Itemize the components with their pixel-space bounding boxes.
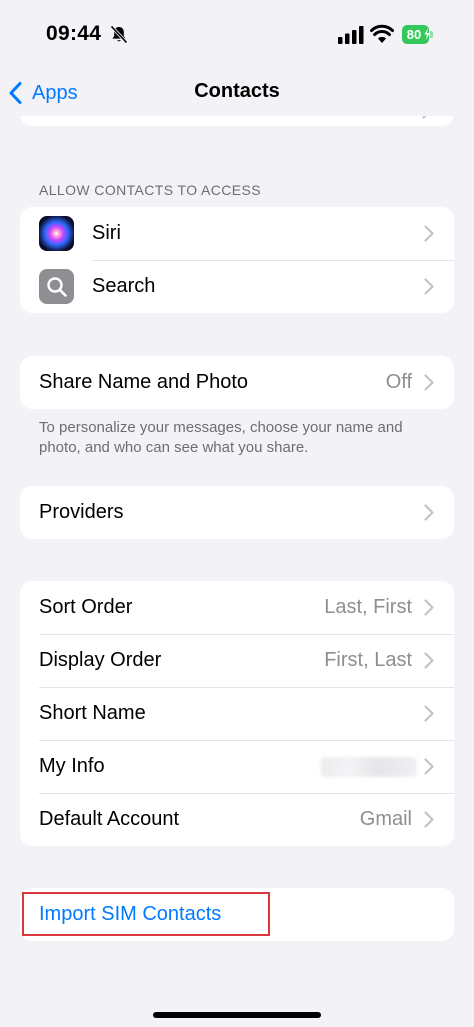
screen: Contacts Accounts 2 ALLOW CONTACTS TO AC… bbox=[0, 0, 474, 1027]
default-account-value: Gmail bbox=[359, 808, 412, 830]
short-name-label: Short Name bbox=[39, 702, 146, 724]
default-account-row[interactable]: Default Account Gmail bbox=[20, 793, 454, 846]
battery-level: 80 bbox=[406, 27, 422, 42]
chevron-right-icon bbox=[424, 758, 434, 775]
cellular-signal-icon bbox=[338, 26, 364, 44]
share-name-photo-label: Share Name and Photo bbox=[39, 371, 249, 393]
chevron-right-icon bbox=[424, 225, 434, 242]
share-name-photo-value: Off bbox=[385, 371, 412, 393]
providers-row[interactable]: Providers bbox=[20, 486, 454, 539]
share-name-photo-row[interactable]: Share Name and Photo Off bbox=[20, 356, 454, 409]
display-order-value: First, Last bbox=[324, 649, 412, 671]
share-name-group: Share Name and Photo Off bbox=[20, 356, 454, 409]
sort-order-value: Last, First bbox=[324, 596, 412, 618]
chevron-right-icon bbox=[424, 374, 434, 391]
home-indicator[interactable] bbox=[153, 1012, 321, 1018]
default-account-label: Default Account bbox=[39, 808, 180, 830]
chevron-right-icon bbox=[424, 652, 434, 669]
page-title: Contacts bbox=[194, 80, 280, 102]
my-info-row[interactable]: My Info bbox=[20, 740, 454, 793]
status-bar: 09:44 80 bbox=[0, 0, 474, 68]
sort-order-label: Sort Order bbox=[39, 596, 133, 618]
short-name-row[interactable]: Short Name bbox=[20, 687, 454, 740]
display-order-label: Display Order bbox=[39, 649, 162, 671]
allow-access-header: ALLOW CONTACTS TO ACCESS bbox=[39, 182, 261, 198]
siri-row[interactable]: Siri bbox=[20, 207, 454, 260]
chevron-right-icon bbox=[424, 599, 434, 616]
providers-label: Providers bbox=[39, 501, 124, 523]
providers-group: Providers bbox=[20, 486, 454, 539]
chevron-right-icon bbox=[424, 278, 434, 295]
highlight-annotation bbox=[22, 892, 270, 936]
search-icon bbox=[39, 269, 74, 304]
search-row[interactable]: Search bbox=[20, 260, 454, 313]
chevron-right-icon bbox=[424, 504, 434, 521]
share-name-footer: To personalize your messages, choose you… bbox=[39, 419, 403, 456]
allow-access-group: Siri Search bbox=[20, 207, 454, 313]
chevron-right-icon bbox=[424, 705, 434, 722]
battery-indicator: 80 bbox=[402, 25, 434, 44]
search-label: Search bbox=[92, 275, 156, 297]
display-order-row[interactable]: Display Order First, Last bbox=[20, 634, 454, 687]
wifi-icon bbox=[370, 24, 394, 43]
status-time: 09:44 bbox=[46, 22, 102, 45]
my-info-blurred-value bbox=[321, 756, 417, 777]
chevron-right-icon bbox=[424, 811, 434, 828]
my-info-label: My Info bbox=[39, 755, 105, 777]
bell-slash-icon bbox=[110, 25, 128, 44]
siri-label: Siri bbox=[92, 222, 121, 244]
navigation-bar: Apps Contacts bbox=[0, 68, 474, 116]
contacts-settings-group: Sort Order Last, First Display Order Fir… bbox=[20, 581, 454, 846]
siri-icon bbox=[39, 216, 74, 251]
sort-order-row[interactable]: Sort Order Last, First bbox=[20, 581, 454, 634]
